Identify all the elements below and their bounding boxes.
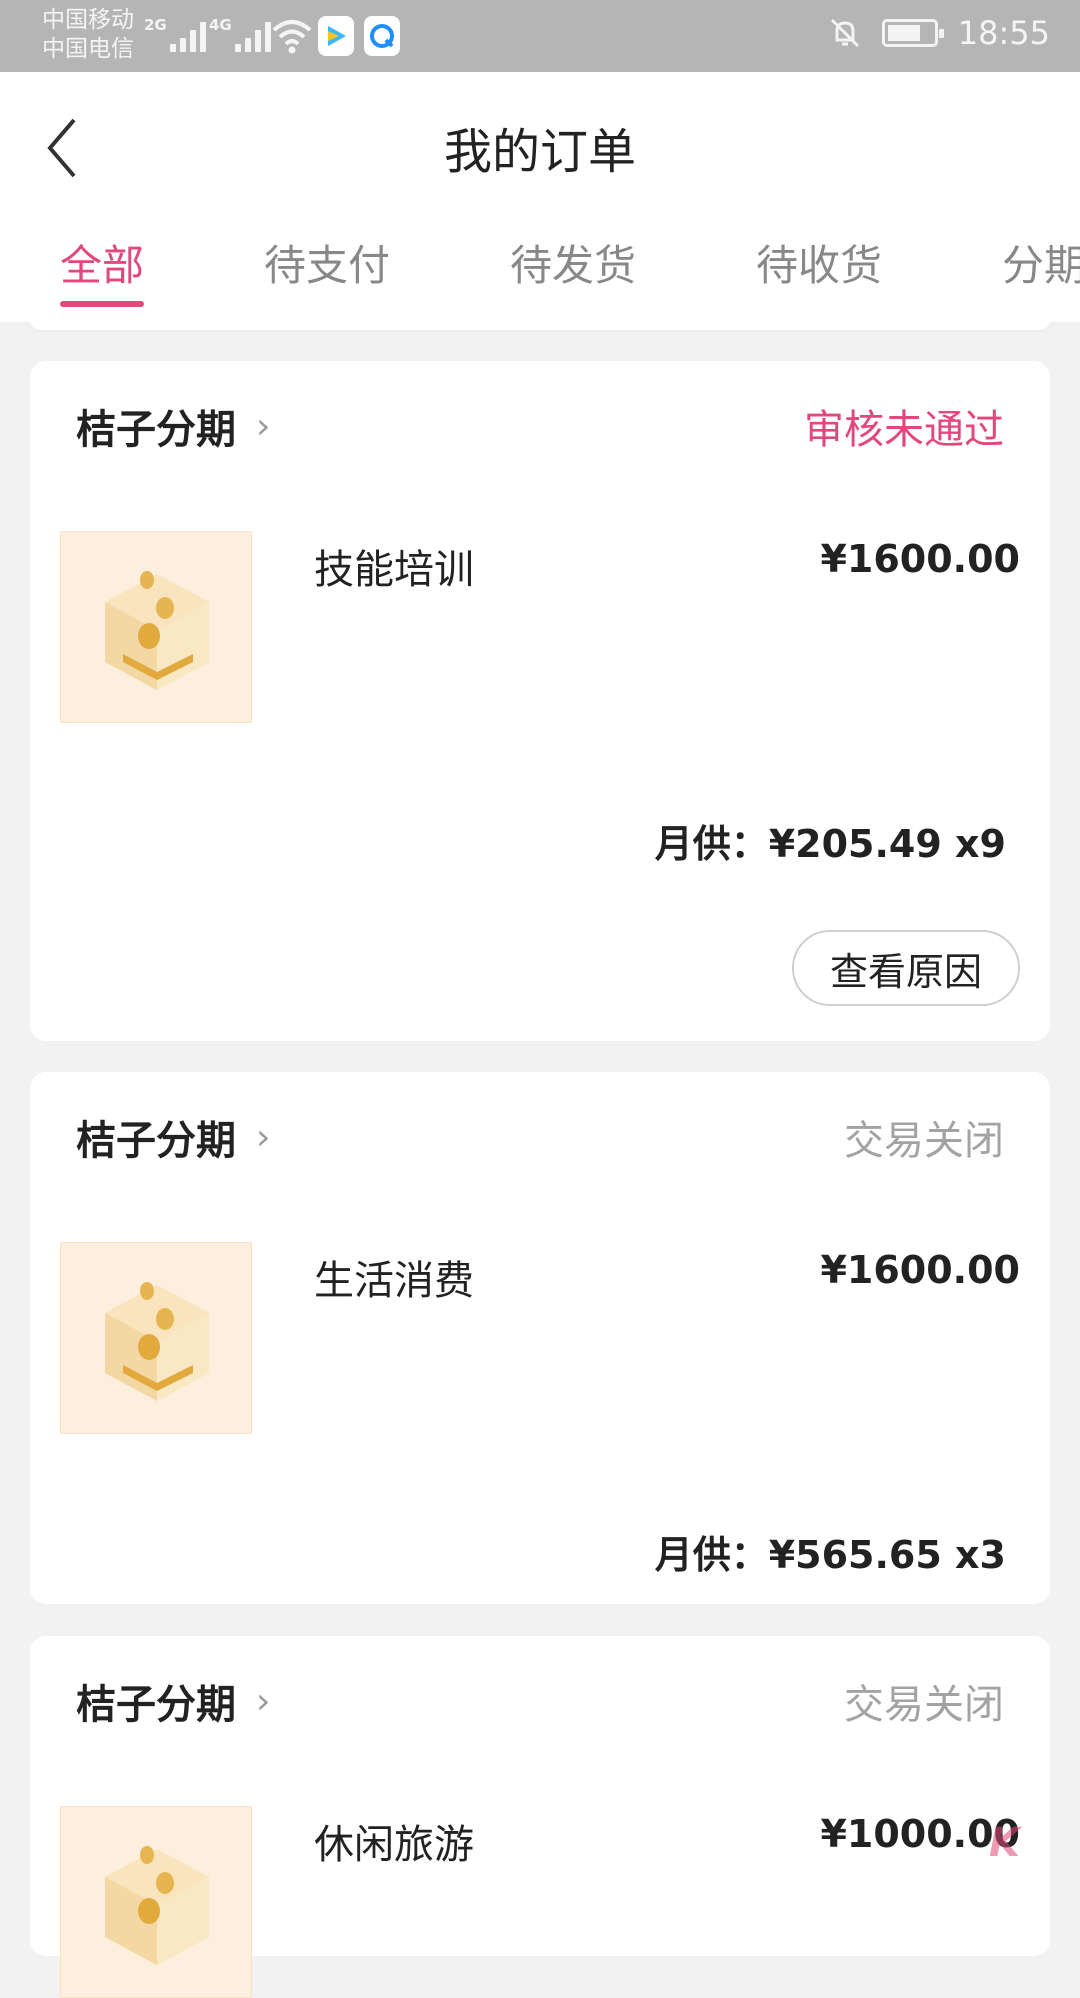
view-reason-button[interactable]: 查看原因	[792, 930, 1020, 1006]
tab-all[interactable]: 全部	[60, 232, 145, 307]
order-tabs: 全部 待支付 待发货 待收货 分期	[0, 232, 1080, 322]
page-title: 我的订单	[443, 124, 636, 180]
gold-coin-box-icon	[105, 1282, 209, 1401]
product-thumbnail	[60, 531, 252, 723]
product-name: 休闲旅游	[314, 1822, 474, 1868]
bell-off-icon	[830, 18, 859, 48]
status-bar: 中国移动 中国电信 2G 4G 18:55	[0, 0, 1080, 72]
battery-icon	[881, 19, 944, 47]
tab-pending-receipt[interactable]: 待收货	[756, 232, 882, 293]
order-card[interactable]: 桔子分期 › 审核未通过 技能培训 ¥1600.00 月供：¥205.49 x9…	[30, 361, 1050, 1041]
order-status: 交易关闭	[844, 1682, 1004, 1728]
monthly-payment: 月供：¥205.49 x9	[654, 822, 1006, 866]
chevron-right-icon: ›	[256, 1116, 271, 1158]
page-header: 我的订单 全部 待支付 待发货 待收货 分期	[0, 72, 1080, 322]
order-status: 交易关闭	[844, 1118, 1004, 1164]
product-thumbnail	[60, 1806, 252, 1998]
merchant-link[interactable]: 桔子分期 ›	[76, 397, 270, 455]
wifi-icon	[272, 20, 312, 54]
gold-coin-box-icon	[105, 571, 209, 690]
tab-installment[interactable]: 分期	[1002, 232, 1080, 293]
merchant-link[interactable]: 桔子分期 ›	[76, 1672, 270, 1730]
carrier-2: 中国电信	[42, 36, 134, 62]
chevron-right-icon: ›	[256, 1680, 271, 1722]
signal-icon-2: 4G	[209, 16, 271, 52]
carrier-labels: 中国移动 中国电信	[42, 6, 134, 64]
product-price: ¥1600.00	[820, 1248, 1020, 1292]
network-type-2: 4G	[209, 16, 232, 34]
order-card[interactable]: 桔子分期 › 交易关闭 休闲旅游 ¥1000.00	[30, 1636, 1050, 1998]
carrier-1: 中国移动	[42, 7, 134, 33]
watermark-logo: K	[989, 1820, 1020, 1866]
tabs-divider	[30, 320, 1050, 330]
monthly-payment: 月供：¥565.65 x3	[654, 1533, 1006, 1577]
watermark-k-icon: K	[989, 1820, 1020, 1866]
product-name: 技能培训	[314, 547, 474, 593]
gold-coin-box-icon	[105, 1846, 209, 1965]
clock: 18:55	[957, 14, 1050, 52]
network-type-1: 2G	[144, 16, 167, 34]
order-status: 审核未通过	[804, 407, 1004, 453]
merchant-name: 桔子分期	[76, 407, 236, 453]
tab-pending-payment[interactable]: 待支付	[264, 232, 390, 293]
video-app-icon	[318, 16, 354, 56]
product-thumbnail	[60, 1242, 252, 1434]
chevron-right-icon: ›	[256, 405, 271, 447]
browser-app-icon	[364, 16, 400, 56]
status-right: 18:55	[828, 14, 1050, 52]
product-price: ¥1600.00	[820, 537, 1020, 581]
merchant-link[interactable]: 桔子分期 ›	[76, 1108, 270, 1166]
tab-pending-shipment[interactable]: 待发货	[510, 232, 636, 293]
order-card[interactable]: 桔子分期 › 交易关闭 生活消费 ¥1600.00 月供：¥565.65 x3	[30, 1072, 1050, 1604]
product-name: 生活消费	[314, 1258, 474, 1304]
signal-icon: 2G	[144, 16, 206, 52]
merchant-name: 桔子分期	[76, 1682, 236, 1728]
merchant-name: 桔子分期	[76, 1118, 236, 1164]
